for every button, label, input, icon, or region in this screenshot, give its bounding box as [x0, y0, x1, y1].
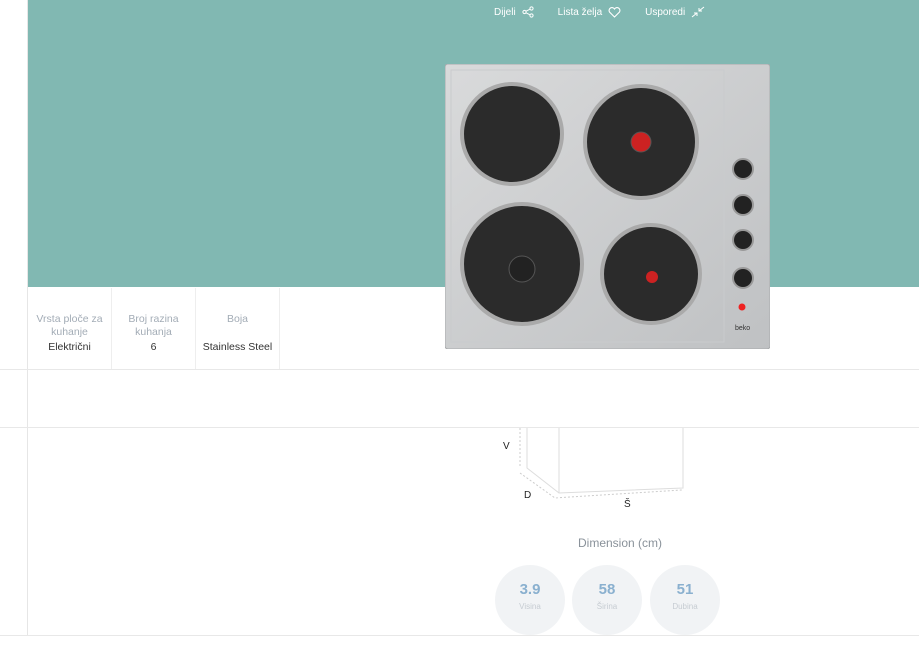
svg-text:beko: beko — [735, 325, 750, 332]
spec-label: Broj razina kuhanja — [128, 313, 179, 338]
dimension-width: 58 Širina — [572, 565, 642, 635]
spec-item: Broj razina kuhanja 6 — [112, 288, 196, 369]
dimension-value: 51 — [676, 581, 694, 598]
compare-label: Usporedi — [645, 6, 686, 18]
dimension-label: Dubina — [672, 602, 698, 611]
dimension-height: 3.9 Visina — [495, 565, 565, 635]
wishlist-button[interactable]: Lista želja — [558, 6, 621, 18]
spec-value: Električni — [48, 341, 91, 353]
divider — [0, 427, 919, 428]
compare-icon — [691, 6, 705, 18]
wishlist-label: Lista želja — [557, 6, 603, 18]
dimension-value: 58 — [598, 581, 616, 598]
dimension-label: Širina — [596, 602, 618, 611]
share-button[interactable]: Dijeli — [494, 6, 534, 18]
heart-icon — [608, 6, 621, 18]
share-icon — [522, 6, 534, 18]
compare-button[interactable]: Usporedi — [645, 6, 705, 18]
spec-item: Vrsta ploče za kuhanje Električni — [28, 288, 112, 369]
product-actions: Dijeli Lista želja Usporedi — [494, 6, 705, 18]
height-axis-label: V — [503, 441, 510, 452]
spec-label: Boja — [226, 313, 248, 325]
width-axis-label: Š — [624, 499, 631, 510]
spec-value: Stainless Steel — [202, 341, 273, 353]
dimension-depth: 51 Dubina — [650, 565, 720, 635]
divider — [0, 635, 919, 636]
share-label: Dijeli — [494, 6, 516, 18]
divider — [0, 369, 919, 370]
product-image-hob: beko — [445, 64, 770, 349]
spec-label: Vrsta ploče za kuhanje — [36, 313, 103, 338]
spec-table: Vrsta ploče za kuhanje Električni Broj ra… — [28, 288, 280, 369]
dimension-title: Dimension (cm) — [577, 536, 662, 550]
dimension-label: Visina — [519, 602, 541, 611]
dimension-value: 3.9 — [519, 581, 541, 598]
spec-value: 6 — [150, 341, 157, 353]
depth-axis-label: D — [524, 490, 532, 501]
spec-item: Boja Stainless Steel — [196, 288, 280, 369]
